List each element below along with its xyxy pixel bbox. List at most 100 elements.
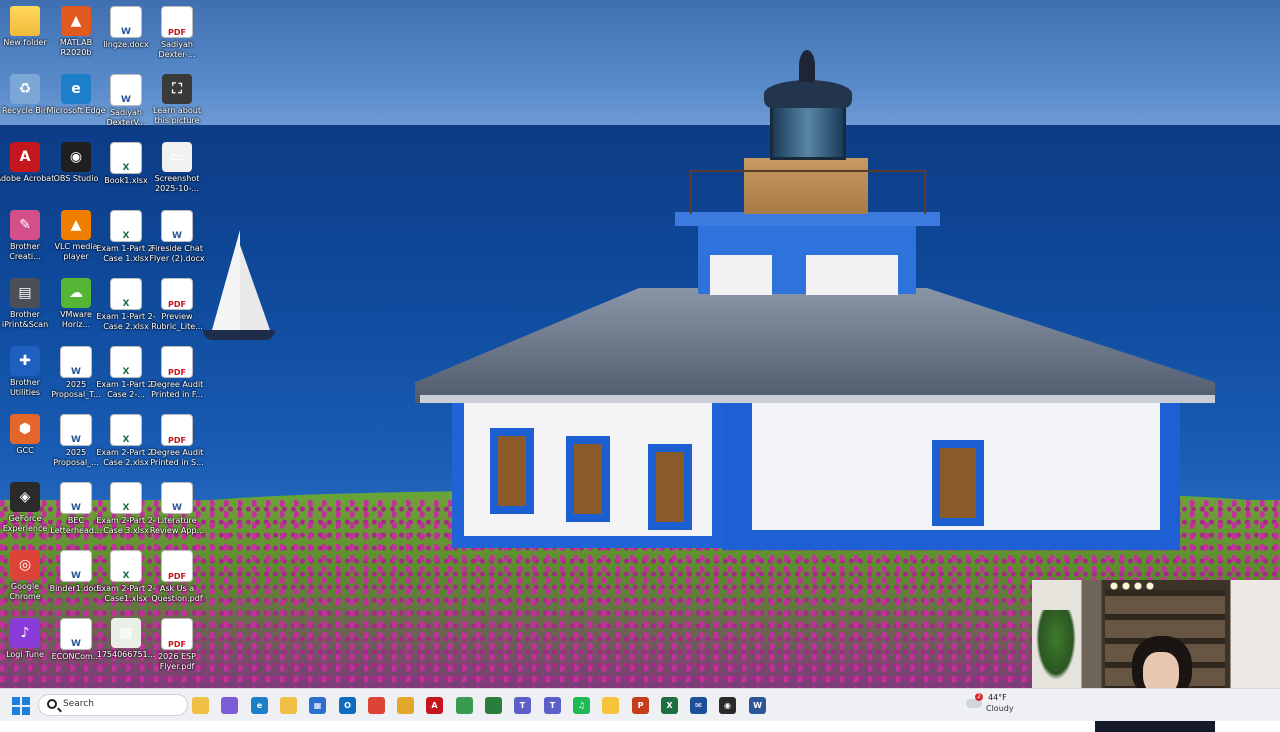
- app-icon: ▲: [61, 6, 91, 36]
- app-icon: ▤: [10, 278, 40, 308]
- windows-start-icon[interactable]: [12, 697, 30, 715]
- app-icon: ▲: [61, 210, 91, 240]
- copilot-app-icon[interactable]: [221, 697, 238, 714]
- lighthouse-balcony: [675, 212, 940, 226]
- doc-icon: W: [60, 618, 92, 650]
- lighthouse-railing: [690, 170, 926, 214]
- doc-icon: W: [161, 482, 193, 514]
- desktop-icon-label: Degree Audit Printed in S...: [150, 448, 204, 467]
- chrome-alt2-app-icon[interactable]: [485, 697, 502, 714]
- desktop-icon[interactable]: W Literature Review App...: [147, 480, 207, 546]
- app-icon: e: [61, 74, 91, 104]
- app-icon: ✚: [10, 346, 40, 376]
- chrome-app-icon[interactable]: [368, 697, 385, 714]
- xl-icon: X: [110, 278, 142, 310]
- folder-app-icon[interactable]: [280, 697, 297, 714]
- lighthouse-finial: [799, 50, 815, 82]
- desktop-icon[interactable]: ▭ Screenshot 2025-10-...: [147, 140, 207, 206]
- word-app-icon[interactable]: W: [749, 697, 766, 714]
- webcam-plant: [1036, 610, 1076, 680]
- xl-icon: X: [110, 414, 142, 446]
- weather-temperature: 44°F: [988, 693, 1007, 702]
- desktop-icon-label: Sadiyah Dexter-...: [158, 40, 196, 59]
- doc-icon: W: [161, 210, 193, 242]
- notification-badge: 2: [975, 693, 983, 701]
- app-icon: ◉: [61, 142, 91, 172]
- desktop-icon-label: Degree Audit Printed in F...: [150, 380, 204, 399]
- chrome-profile-app-icon[interactable]: [397, 697, 414, 714]
- sailboat-mainsail: [212, 230, 240, 330]
- acrobat-app-icon[interactable]: A: [426, 697, 443, 714]
- pdf-icon: PDF: [161, 414, 193, 446]
- desktop-icon-label: Screenshot 2025-10-...: [154, 174, 200, 193]
- folder-icon: [10, 6, 40, 36]
- desktop-icon-label: Fireside Chat Flyer (2).docx: [149, 244, 205, 263]
- excel-app-icon[interactable]: X: [661, 697, 678, 714]
- desktop-icon-label: Literature Review App...: [149, 516, 205, 535]
- doc-icon: W: [110, 6, 142, 38]
- desktop-icon[interactable]: ⛶ Learn about this picture: [147, 72, 207, 138]
- app-icon: ☁: [61, 278, 91, 308]
- teams-alert-app-icon[interactable]: T: [544, 697, 561, 714]
- desktop-icon[interactable]: PDF Ask Us a Question.pdf: [147, 548, 207, 614]
- sailboat-hull: [203, 330, 275, 340]
- search-placeholder: Search: [63, 699, 94, 709]
- obs-app-icon[interactable]: ◉: [719, 697, 736, 714]
- lighthouse-window: [490, 428, 534, 514]
- doc-icon: W: [60, 482, 92, 514]
- pdf-icon: PDF: [161, 346, 193, 378]
- doc-icon: W: [60, 414, 92, 446]
- xl-icon: X: [110, 210, 142, 242]
- lighthouse-tower-panel: [710, 255, 772, 295]
- xl-icon: X: [110, 142, 142, 174]
- lighthouse-tower-panel: [806, 255, 898, 295]
- spotify-app-icon[interactable]: ♫: [573, 697, 590, 714]
- app-icon: ⛶: [162, 74, 192, 104]
- lighthouse-window: [648, 444, 692, 530]
- lighthouse-dome: [764, 80, 852, 108]
- pdf-icon: PDF: [161, 618, 193, 650]
- desktop-icon[interactable]: PDF Preview Rubric_Lite...: [147, 276, 207, 342]
- taskbar: Search e ▦ O A T T ♫ P X ✉ ◉ W 2 44°F Cloudy: [0, 688, 1280, 721]
- taskbar-search-box[interactable]: Search: [38, 694, 188, 716]
- sticky-notes-app-icon[interactable]: [602, 697, 619, 714]
- desktop-icon[interactable]: PDF 2026 ESP Flyer.pdf: [147, 616, 207, 682]
- file-explorer-app-icon[interactable]: [192, 697, 209, 714]
- desktop-icon-label: Learn about this picture: [153, 106, 201, 125]
- lighthouse-window: [566, 436, 610, 522]
- app-icon: ♻: [10, 74, 40, 104]
- desktop-icon[interactable]: PDF Sadiyah Dexter-...: [147, 4, 207, 70]
- app-icon: ⬢: [10, 414, 40, 444]
- desktop-icon[interactable]: PDF Degree Audit Printed in F...: [147, 344, 207, 410]
- xl-icon: X: [110, 550, 142, 582]
- desktop-icon-label: Preview Rubric_Lite...: [151, 312, 203, 331]
- xl-icon: X: [110, 346, 142, 378]
- doc-icon: W: [60, 550, 92, 582]
- chrome-alt-app-icon[interactable]: [456, 697, 473, 714]
- xl-icon: X: [110, 482, 142, 514]
- pdf-icon: PDF: [161, 550, 193, 582]
- doc-icon: W: [110, 74, 142, 106]
- app-icon: ◈: [10, 482, 40, 512]
- powerpoint-app-icon[interactable]: P: [632, 697, 649, 714]
- lighthouse-window: [932, 440, 984, 526]
- app-icon: ▦: [111, 618, 141, 648]
- weather-description: Cloudy: [986, 704, 1014, 713]
- desktop-icon-label: 2026 ESP Flyer.pdf: [158, 652, 196, 671]
- edge-app-icon[interactable]: e: [251, 697, 268, 714]
- app-icon: ✎: [10, 210, 40, 240]
- app-icon: A: [10, 142, 40, 172]
- mail-app-icon[interactable]: ✉: [690, 697, 707, 714]
- outlook-app-icon[interactable]: O: [339, 697, 356, 714]
- desktop-icon-label: Ask Us a Question.pdf: [151, 584, 203, 603]
- doc-icon: W: [60, 346, 92, 378]
- store-app-icon[interactable]: ▦: [309, 697, 326, 714]
- teams-app-icon[interactable]: T: [514, 697, 531, 714]
- sailboat-jib: [240, 245, 270, 330]
- desktop-icon[interactable]: W Fireside Chat Flyer (2).docx: [147, 208, 207, 274]
- webcam-ceiling-lights: [1108, 582, 1158, 590]
- search-icon: [47, 699, 57, 709]
- desktop-icon[interactable]: PDF Degree Audit Printed in S...: [147, 412, 207, 478]
- lighthouse-lantern: [770, 104, 846, 160]
- lighthouse-roof-edge: [420, 395, 1215, 403]
